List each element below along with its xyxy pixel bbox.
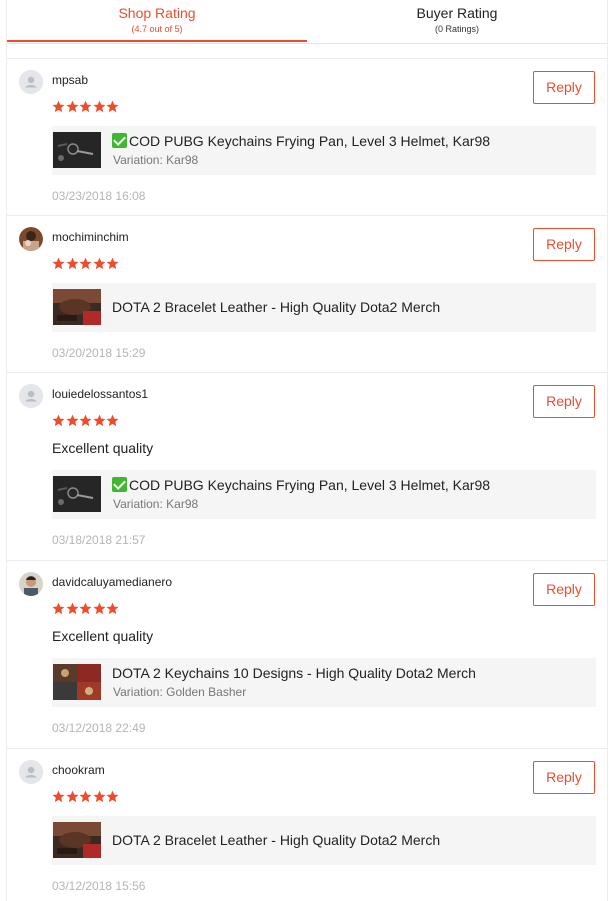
star-icon xyxy=(52,790,65,803)
product-variation: Variation: Kar98 xyxy=(113,497,199,511)
star-icon xyxy=(106,414,119,427)
review-username[interactable]: chookram xyxy=(52,763,105,777)
product-thumbnail xyxy=(53,289,101,325)
star-icon xyxy=(93,414,106,427)
star-icon xyxy=(66,790,79,803)
tab-buyer-rating-count: (0 Ratings) xyxy=(434,24,479,34)
star-icon xyxy=(93,602,106,615)
product-card[interactable]: COD PUBG Keychains Frying Pan, Level 3 H… xyxy=(52,470,596,519)
review-username[interactable]: louiedelossantos1 xyxy=(52,387,148,401)
review-date: 03/12/2018 22:49 xyxy=(52,721,146,735)
star-icon xyxy=(93,100,106,113)
reply-button[interactable]: Reply xyxy=(533,385,595,418)
review-list: mpsab Reply COD PUBG Keychains Frying Pa… xyxy=(7,58,607,901)
review-date: 03/12/2018 15:56 xyxy=(52,879,146,893)
star-icon xyxy=(66,100,79,113)
check-mark-icon xyxy=(112,133,127,148)
star-icon xyxy=(66,257,79,270)
product-name[interactable]: DOTA 2 Bracelet Leather - High Quality D… xyxy=(112,299,440,315)
product-variation: Variation: Kar98 xyxy=(113,153,199,167)
star-icon xyxy=(106,100,119,113)
star-icon xyxy=(66,602,79,615)
active-tab-indicator xyxy=(7,40,307,42)
product-thumbnail xyxy=(53,664,101,700)
review-item: chookram Reply DOTA 2 Bracelet Leather -… xyxy=(7,748,607,901)
tab-shop-rating[interactable]: Shop Rating (4.7 out of 5) xyxy=(7,0,307,44)
reply-button[interactable]: Reply xyxy=(533,573,595,606)
review-username[interactable]: davidcaluyamedianero xyxy=(52,575,172,589)
tab-shop-rating-score: (4.7 out of 5) xyxy=(131,24,183,34)
tab-shop-rating-title: Shop Rating xyxy=(118,5,196,21)
user-photo-avatar[interactable] xyxy=(19,572,43,596)
user-photo-avatar[interactable] xyxy=(19,227,43,251)
product-thumbnail xyxy=(53,476,101,512)
default-avatar-icon[interactable] xyxy=(19,70,43,94)
star-icon xyxy=(79,790,92,803)
star-rating xyxy=(52,602,120,616)
reply-button[interactable]: Reply xyxy=(533,71,595,104)
product-card[interactable]: DOTA 2 Bracelet Leather - High Quality D… xyxy=(52,816,596,865)
review-item: mochiminchim Reply DOTA 2 Bracelet Leath… xyxy=(7,215,607,372)
star-icon xyxy=(66,414,79,427)
star-icon xyxy=(52,100,65,113)
reply-button[interactable]: Reply xyxy=(533,228,595,261)
review-username[interactable]: mochiminchim xyxy=(52,230,129,244)
reply-button[interactable]: Reply xyxy=(533,761,595,794)
review-date: 03/23/2018 16:08 xyxy=(52,189,146,203)
product-name[interactable]: DOTA 2 Keychains 10 Designs - High Quali… xyxy=(112,665,476,681)
star-rating xyxy=(52,257,120,271)
product-thumbnail xyxy=(53,132,101,168)
star-icon xyxy=(79,414,92,427)
default-avatar-icon[interactable] xyxy=(19,384,43,408)
star-icon xyxy=(52,414,65,427)
review-username[interactable]: mpsab xyxy=(52,73,88,87)
star-icon xyxy=(79,100,92,113)
product-variation: Variation: Golden Basher xyxy=(113,685,247,699)
review-item: mpsab Reply COD PUBG Keychains Frying Pa… xyxy=(7,58,607,215)
star-icon xyxy=(93,790,106,803)
star-icon xyxy=(106,602,119,615)
default-avatar-icon[interactable] xyxy=(19,760,43,784)
tab-buyer-rating-title: Buyer Rating xyxy=(416,5,498,21)
star-icon xyxy=(106,790,119,803)
ratings-panel: Shop Rating (4.7 out of 5) Buyer Rating … xyxy=(6,0,608,901)
star-icon xyxy=(93,257,106,270)
review-item: davidcaluyamedianero Reply Excellent qua… xyxy=(7,560,607,748)
star-icon xyxy=(52,602,65,615)
rating-tabs: Shop Rating (4.7 out of 5) Buyer Rating … xyxy=(7,0,607,44)
review-comment: Excellent quality xyxy=(52,440,154,456)
star-icon xyxy=(79,257,92,270)
star-icon xyxy=(106,257,119,270)
review-item: louiedelossantos1 Reply Excellent qualit… xyxy=(7,372,607,560)
tab-buyer-rating[interactable]: Buyer Rating (0 Ratings) xyxy=(307,0,607,44)
check-mark-icon xyxy=(112,477,127,492)
star-rating xyxy=(52,100,120,114)
product-name[interactable]: COD PUBG Keychains Frying Pan, Level 3 H… xyxy=(112,133,490,149)
review-comment: Excellent quality xyxy=(52,628,154,644)
star-icon xyxy=(52,257,65,270)
star-rating xyxy=(52,790,120,804)
product-card[interactable]: DOTA 2 Bracelet Leather - High Quality D… xyxy=(52,283,596,332)
star-rating xyxy=(52,414,120,428)
product-name[interactable]: COD PUBG Keychains Frying Pan, Level 3 H… xyxy=(112,477,490,493)
star-icon xyxy=(79,602,92,615)
review-date: 03/20/2018 15:29 xyxy=(52,346,146,360)
product-card[interactable]: COD PUBG Keychains Frying Pan, Level 3 H… xyxy=(52,126,596,175)
review-date: 03/18/2018 21:57 xyxy=(52,533,146,547)
product-card[interactable]: DOTA 2 Keychains 10 Designs - High Quali… xyxy=(52,658,596,707)
product-thumbnail xyxy=(53,822,101,858)
product-name[interactable]: DOTA 2 Bracelet Leather - High Quality D… xyxy=(112,832,440,848)
